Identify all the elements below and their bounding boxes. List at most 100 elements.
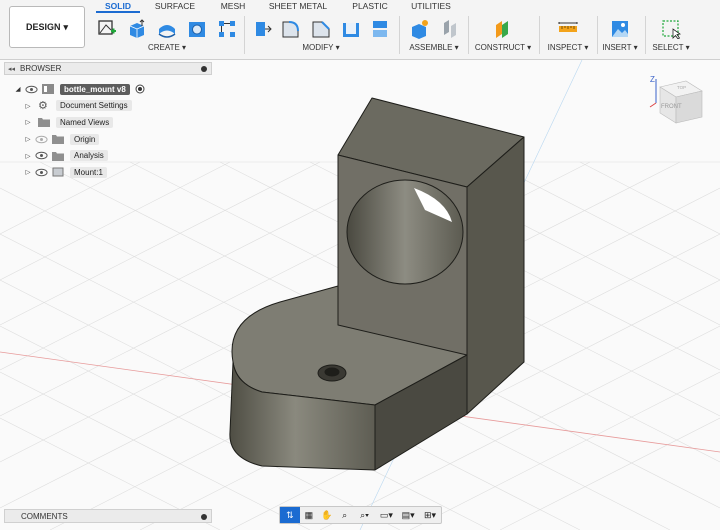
component-icon: [42, 84, 54, 95]
navigation-bar: ⇅ ▦ ✋ ⌕ ⌕▾ ▭▾ ▤▾ ⊞▾: [279, 506, 442, 524]
construct-group: CONSTRUCT ▾: [472, 14, 534, 58]
pin-icon[interactable]: [201, 514, 207, 520]
gear-icon: ⚙: [38, 99, 48, 112]
joint-icon[interactable]: [440, 19, 460, 39]
tree-node-document-settings[interactable]: ▷ ⚙ Document Settings: [14, 98, 214, 115]
monitor-icon: ▭▾: [379, 509, 393, 520]
comments-panel[interactable]: COMMENTS: [4, 509, 212, 523]
tree-node-root-component[interactable]: ◢ bottle_mount v8: [14, 81, 214, 98]
toolbar-divider: [645, 16, 646, 54]
tab-utilities[interactable]: UTILITIES: [400, 0, 462, 13]
extrude-icon[interactable]: [127, 19, 147, 39]
folder-icon: [38, 118, 50, 128]
press-pull-icon[interactable]: [252, 19, 272, 39]
create-menu[interactable]: CREATE ▾: [92, 43, 242, 52]
visibility-eye-icon[interactable]: [25, 85, 38, 94]
construct-menu[interactable]: CONSTRUCT ▾: [472, 43, 534, 52]
tab-surface[interactable]: SURFACE: [140, 0, 210, 13]
combine-icon[interactable]: [370, 19, 390, 39]
grid-snaps-button[interactable]: ▤▾: [397, 507, 419, 523]
fillet-icon[interactable]: [281, 19, 301, 39]
assemble-menu[interactable]: ASSEMBLE ▾: [403, 43, 465, 52]
create-sketch-icon[interactable]: [97, 19, 117, 39]
viewports-button[interactable]: ⊞▾: [419, 507, 441, 523]
viewcube-front-label: FRONT: [661, 104, 682, 110]
tree-node-analysis[interactable]: ▷ Analysis: [14, 147, 214, 164]
chamfer-icon[interactable]: [311, 19, 331, 39]
workspace-switcher-button[interactable]: DESIGN ▾: [9, 6, 85, 48]
expand-caret-icon[interactable]: ▷: [24, 135, 32, 143]
modify-group: MODIFY ▾: [247, 14, 395, 58]
tree-node-label: Analysis: [70, 150, 108, 162]
tree-node-label: Named Views: [56, 116, 114, 128]
orbit-constrained-button[interactable]: ⇅: [280, 507, 300, 523]
visibility-eye-icon[interactable]: [35, 151, 48, 160]
tree-node-mount[interactable]: ▷ Mount:1: [14, 164, 214, 181]
orbit-icon: ⇅: [286, 509, 294, 520]
display-settings-button[interactable]: ▭▾: [375, 507, 397, 523]
zoom-icon: ⌕: [342, 509, 348, 520]
tree-node-label: Document Settings: [56, 100, 132, 112]
view-cube[interactable]: TOP FRONT Z: [646, 73, 706, 133]
fit-button[interactable]: ⌕▾: [354, 507, 376, 523]
hand-icon: ✋: [321, 509, 333, 520]
toolbar-divider: [399, 16, 400, 54]
select-window-icon[interactable]: [661, 19, 681, 39]
insert-image-icon[interactable]: [610, 19, 630, 39]
tab-sheet-metal[interactable]: SHEET METAL: [256, 0, 340, 13]
visibility-eye-off-icon[interactable]: [35, 135, 48, 144]
body-icon: [52, 167, 64, 177]
pattern-icon[interactable]: [217, 19, 237, 39]
expand-caret-icon[interactable]: ▷: [24, 168, 32, 176]
look-at-button[interactable]: ▦: [300, 507, 318, 523]
tab-plastic[interactable]: PLASTIC: [340, 0, 400, 13]
pin-icon[interactable]: [201, 66, 207, 72]
expand-caret-icon[interactable]: ◢: [14, 85, 22, 93]
browser-tree: ◢ bottle_mount v8 ▷ ⚙ Document Settings …: [14, 81, 214, 181]
tree-node-label: Origin: [70, 133, 100, 145]
viewports-icon: ⊞▾: [424, 509, 437, 520]
select-menu[interactable]: SELECT ▾: [649, 43, 693, 52]
expand-caret-icon[interactable]: ▷: [24, 152, 32, 160]
folder-icon: [52, 135, 64, 145]
inspect-menu[interactable]: INSPECT ▾: [543, 43, 593, 52]
zoom-window-icon: ⌕▾: [360, 509, 369, 520]
collapse-arrows-icon[interactable]: ◂◂: [8, 65, 15, 73]
tree-node-named-views[interactable]: ▷ Named Views: [14, 114, 214, 131]
tab-solid[interactable]: SOLID: [96, 0, 140, 13]
workspace-label: DESIGN: [25, 22, 61, 32]
insert-group: INSERT ▾: [600, 14, 640, 58]
toolbar-divider: [468, 16, 469, 54]
zoom-button[interactable]: ⌕: [336, 507, 354, 523]
new-component-icon[interactable]: [409, 19, 429, 39]
z-axis-label: Z: [650, 75, 655, 84]
hole-icon[interactable]: [187, 19, 207, 39]
insert-menu[interactable]: INSERT ▾: [600, 43, 640, 52]
toolbar: DESIGN ▾ SOLID SURFACE MESH SHEET METAL …: [0, 0, 720, 60]
revolve-icon[interactable]: [157, 19, 177, 39]
activate-radio-icon[interactable]: [135, 84, 145, 94]
tree-node-label: Mount:1: [70, 166, 107, 178]
measure-icon[interactable]: [558, 19, 578, 39]
grid-icon: ▤▾: [401, 509, 415, 520]
pan-button[interactable]: ✋: [318, 507, 336, 523]
tab-mesh[interactable]: MESH: [210, 0, 256, 13]
toolbar-divider: [539, 16, 540, 54]
assemble-group: ASSEMBLE ▾: [403, 14, 465, 58]
browser-title: BROWSER: [20, 64, 62, 73]
modify-menu[interactable]: MODIFY ▾: [247, 43, 395, 52]
workspace-tabs: SOLID SURFACE MESH SHEET METAL PLASTIC U…: [96, 0, 462, 13]
folder-icon: [52, 151, 64, 161]
browser-panel-header[interactable]: ◂◂ BROWSER: [4, 62, 212, 75]
inspect-group: INSPECT ▾: [543, 14, 593, 58]
tree-node-label: bottle_mount v8: [60, 83, 130, 95]
toolbar-divider: [244, 16, 245, 54]
tree-node-origin[interactable]: ▷ Origin: [14, 131, 214, 148]
visibility-eye-icon[interactable]: [35, 168, 48, 177]
create-group: CREATE ▾: [92, 14, 242, 58]
expand-caret-icon[interactable]: ▷: [24, 118, 32, 126]
shell-icon[interactable]: [341, 19, 361, 39]
expand-caret-icon[interactable]: ▷: [24, 102, 32, 110]
offset-plane-icon[interactable]: [493, 19, 513, 39]
viewcube-top-label: TOP: [677, 85, 686, 90]
